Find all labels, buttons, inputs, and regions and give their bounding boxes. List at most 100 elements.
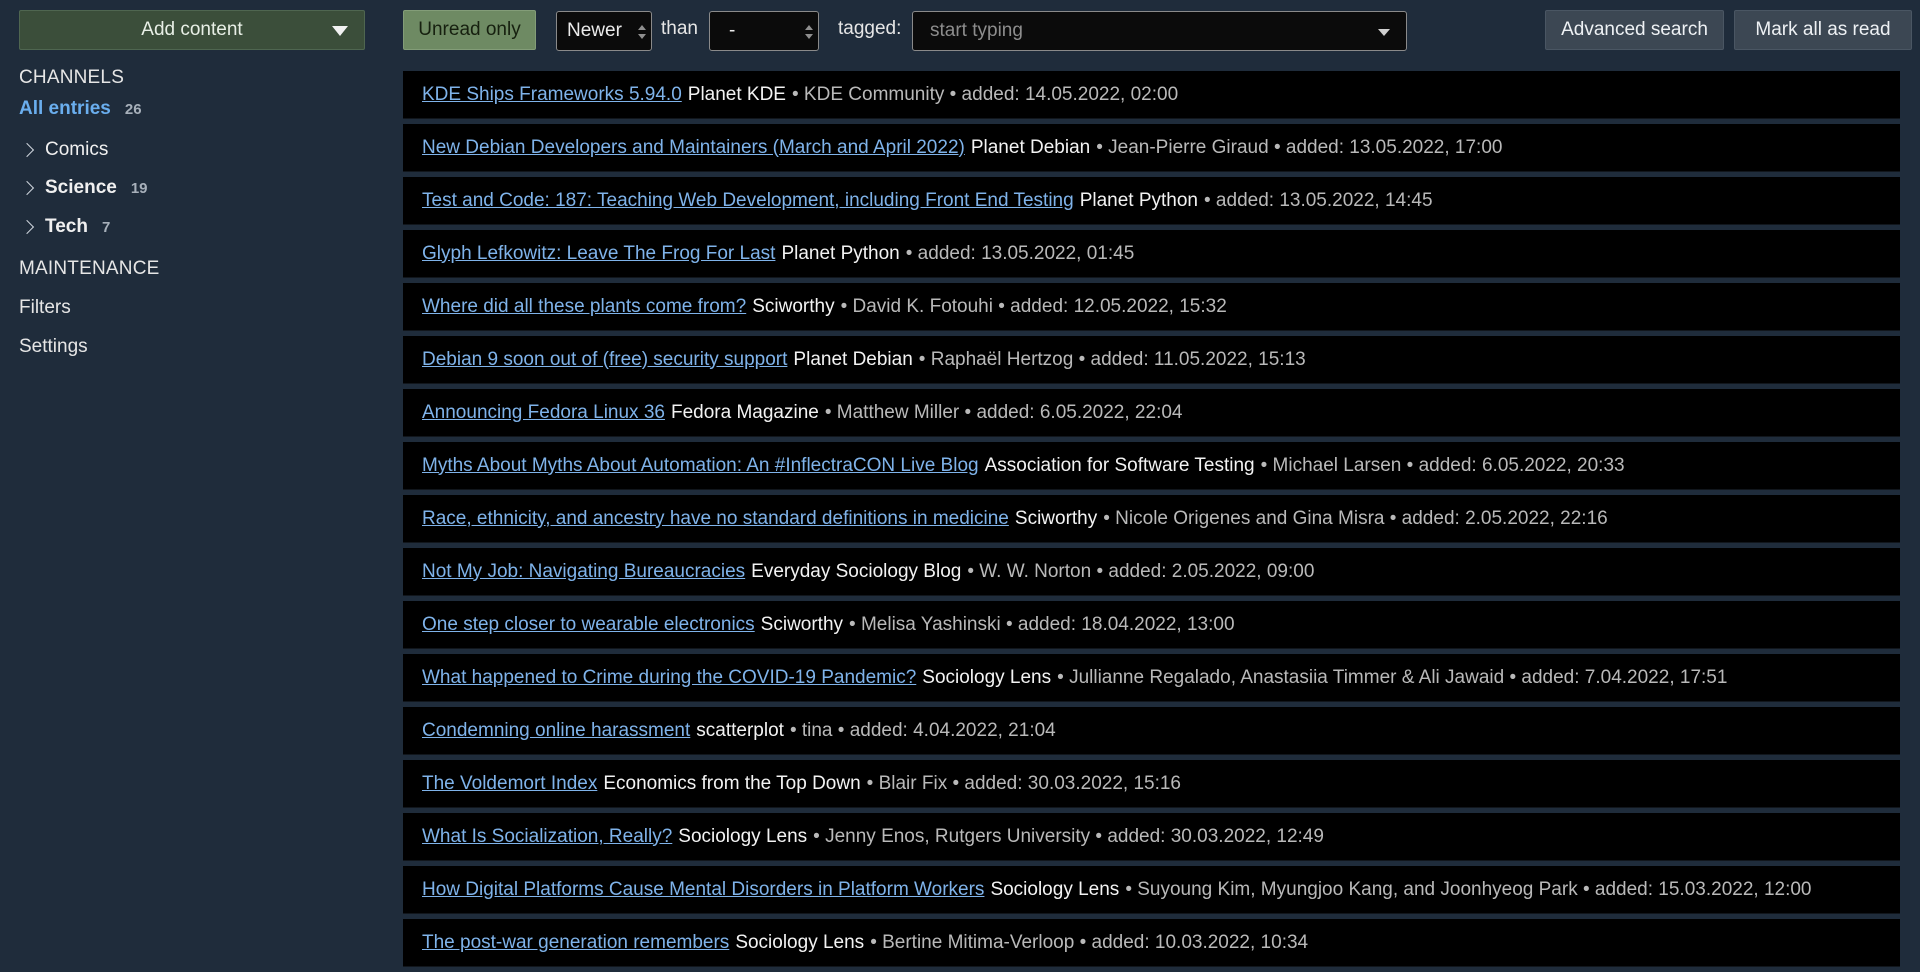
entry-title-link[interactable]: Glyph Lefkowitz: Leave The Frog For Last	[422, 243, 775, 265]
chevron-right-icon[interactable]	[19, 180, 35, 196]
entry-meta: • Matthew Miller • added: 6.05.2022, 22:…	[824, 401, 1183, 423]
unread-only-button[interactable]: Unread only	[403, 10, 536, 50]
entry-meta: • Michael Larsen • added: 6.05.2022, 20:…	[1260, 454, 1625, 476]
entry-meta: • Bertine Mitima-Verloop • added: 10.03.…	[870, 931, 1309, 953]
tag-count: 7	[101, 218, 111, 236]
entry-feed: Association for Software Testing	[984, 454, 1255, 476]
newer-select-value: Newer	[567, 20, 622, 41]
entry-feed: Planet KDE	[687, 83, 786, 105]
entry-title-link[interactable]: Where did all these plants come from?	[422, 296, 746, 318]
chevron-right-icon[interactable]	[19, 219, 35, 235]
list-item: How Digital Platforms Cause Mental Disor…	[403, 866, 1900, 914]
entry-title-link[interactable]: KDE Ships Frameworks 5.94.0	[422, 84, 682, 106]
list-item: Announcing Fedora Linux 36 Fedora Magazin…	[403, 389, 1900, 437]
entry-title-link[interactable]: The Voldemort Index	[422, 773, 597, 795]
tag-input-placeholder: start typing	[930, 20, 1023, 41]
list-item: Race, ethnicity, and ancestry have no st…	[403, 495, 1900, 543]
entry-feed: Sociology Lens	[735, 931, 865, 953]
spinner-icon	[638, 25, 646, 39]
list-item: Glyph Lefkowitz: Leave The Frog For Last…	[403, 230, 1900, 278]
tag-search-input[interactable]: start typing	[912, 11, 1407, 51]
entry-feed: Sciworthy	[752, 295, 835, 317]
entry-title-link[interactable]: New Debian Developers and Maintainers (M…	[422, 137, 965, 159]
list-item: The post-war generation remembers Sociolo…	[403, 919, 1900, 967]
maintenance-heading: MAINTENANCE	[19, 258, 160, 279]
entry-meta: • Raphaël Hertzog • added: 11.05.2022, 1…	[918, 348, 1306, 370]
entry-feed: Sociology Lens	[678, 825, 808, 847]
entry-meta: • tina • added: 4.04.2022, 21:04	[789, 719, 1056, 741]
entry-meta: • W. W. Norton • added: 2.05.2022, 09:00	[967, 560, 1315, 582]
entry-title-link[interactable]: Test and Code: 187: Teaching Web Develop…	[422, 190, 1074, 212]
tagged-label: tagged:	[838, 18, 902, 39]
sidebar-item-science[interactable]: Science 19	[19, 176, 148, 200]
dropdown-arrow-icon[interactable]	[1378, 29, 1390, 36]
entry-meta: • Jenny Enos, Rutgers University • added…	[813, 825, 1324, 847]
all-entries-label: All entries	[19, 98, 111, 119]
tag-label: Tech	[45, 216, 88, 237]
list-item: One step closer to wearable electronics S…	[403, 601, 1900, 649]
entry-meta: • KDE Community • added: 14.05.2022, 02:…	[792, 83, 1179, 105]
entry-meta: • added: 13.05.2022, 01:45	[905, 242, 1135, 264]
list-item: Not My Job: Navigating Bureaucracies Ever…	[403, 548, 1900, 596]
entry-meta: • Jean-Pierre Giraud • added: 13.05.2022…	[1096, 136, 1503, 158]
entry-feed: Planet Python	[781, 242, 900, 264]
channels-heading: CHANNELS	[19, 67, 125, 88]
tag-label: Science	[45, 177, 117, 198]
entry-feed: Fedora Magazine	[670, 401, 819, 423]
entry-feed: Planet Python	[1079, 189, 1198, 211]
sidebar-item-settings[interactable]: Settings	[19, 336, 88, 358]
add-content-button[interactable]: Add content	[19, 10, 365, 50]
entry-meta: • Jullianne Regalado, Anastasiia Timmer …	[1057, 666, 1728, 688]
newer-select[interactable]: Newer	[556, 11, 652, 51]
entry-title-link[interactable]: Not My Job: Navigating Bureaucracies	[422, 561, 745, 583]
entry-feed: scatterplot	[696, 719, 784, 741]
entry-title-link[interactable]: The post-war generation remembers	[422, 932, 729, 954]
entry-title-link[interactable]: One step closer to wearable electronics	[422, 614, 755, 636]
caret-down-icon[interactable]	[332, 26, 348, 36]
add-content-label: Add content	[141, 19, 243, 40]
entry-meta: • added: 13.05.2022, 14:45	[1204, 189, 1433, 211]
entry-meta: • Suyoung Kim, Myungjoo Kang, and Joonhy…	[1125, 878, 1812, 900]
list-item: KDE Ships Frameworks 5.94.0 Planet KDE • K…	[403, 71, 1900, 119]
entry-feed: Planet Debian	[793, 348, 913, 370]
sidebar: Add content CHANNELS All entries 26 Comic…	[0, 0, 384, 934]
entry-title-link[interactable]: Debian 9 soon out of (free) security sup…	[422, 349, 787, 371]
list-item: Debian 9 soon out of (free) security sup…	[403, 336, 1900, 384]
date-select[interactable]: -	[709, 11, 819, 51]
tag-label: Comics	[45, 139, 109, 160]
chevron-right-icon[interactable]	[19, 142, 35, 158]
entry-title-link[interactable]: How Digital Platforms Cause Mental Disor…	[422, 879, 984, 901]
entry-title-link[interactable]: Condemning online harassment	[422, 720, 690, 742]
sidebar-item-filters[interactable]: Filters	[19, 297, 71, 319]
entry-title-link[interactable]: Myths About Myths About Automation: An #…	[422, 455, 979, 477]
date-select-value: -	[729, 20, 736, 41]
entry-title-link[interactable]: What Is Socialization, Really?	[422, 826, 672, 848]
sidebar-item-tech[interactable]: Tech 7	[19, 215, 111, 239]
list-item: Myths About Myths About Automation: An #…	[403, 442, 1900, 490]
sidebar-item-comics[interactable]: Comics	[19, 138, 109, 162]
entry-title-link[interactable]: Race, ethnicity, and ancestry have no st…	[422, 508, 1009, 530]
list-item: Where did all these plants come from? Sci…	[403, 283, 1900, 331]
entry-title-link[interactable]: What happened to Crime during the COVID-…	[422, 667, 916, 689]
mark-all-read-button[interactable]: Mark all as read	[1734, 10, 1912, 50]
tag-count: 19	[130, 179, 148, 197]
entry-feed: Planet Debian	[970, 136, 1091, 158]
list-item: Test and Code: 187: Teaching Web Develop…	[403, 177, 1900, 225]
list-item: Condemning online harassment scatterplot •…	[403, 707, 1900, 755]
spinner-icon	[805, 25, 813, 39]
entry-meta: • Nicole Origenes and Gina Misra • added…	[1103, 507, 1608, 529]
list-item: The Voldemort Index Economics from the To…	[403, 760, 1900, 808]
list-item: New Debian Developers and Maintainers (M…	[403, 124, 1900, 172]
entry-meta: • Blair Fix • added: 30.03.2022, 15:16	[866, 772, 1182, 794]
entry-feed: Everyday Sociology Blog	[751, 560, 962, 582]
list-item: What Is Socialization, Really? Sociology …	[403, 813, 1900, 861]
entry-title-link[interactable]: Announcing Fedora Linux 36	[422, 402, 665, 424]
entry-feed: Sociology Lens	[922, 666, 1052, 688]
entry-meta: • David K. Fotouhi • added: 12.05.2022, …	[840, 295, 1227, 317]
entry-list: KDE Ships Frameworks 5.94.0 Planet KDE • K…	[403, 71, 1900, 972]
entry-feed: Sciworthy	[1014, 507, 1098, 529]
list-item: What happened to Crime during the COVID-…	[403, 654, 1900, 702]
sidebar-item-all-entries[interactable]: All entries 26	[19, 98, 142, 120]
entry-feed: Economics from the Top Down	[603, 772, 861, 794]
advanced-search-button[interactable]: Advanced search	[1545, 10, 1724, 50]
